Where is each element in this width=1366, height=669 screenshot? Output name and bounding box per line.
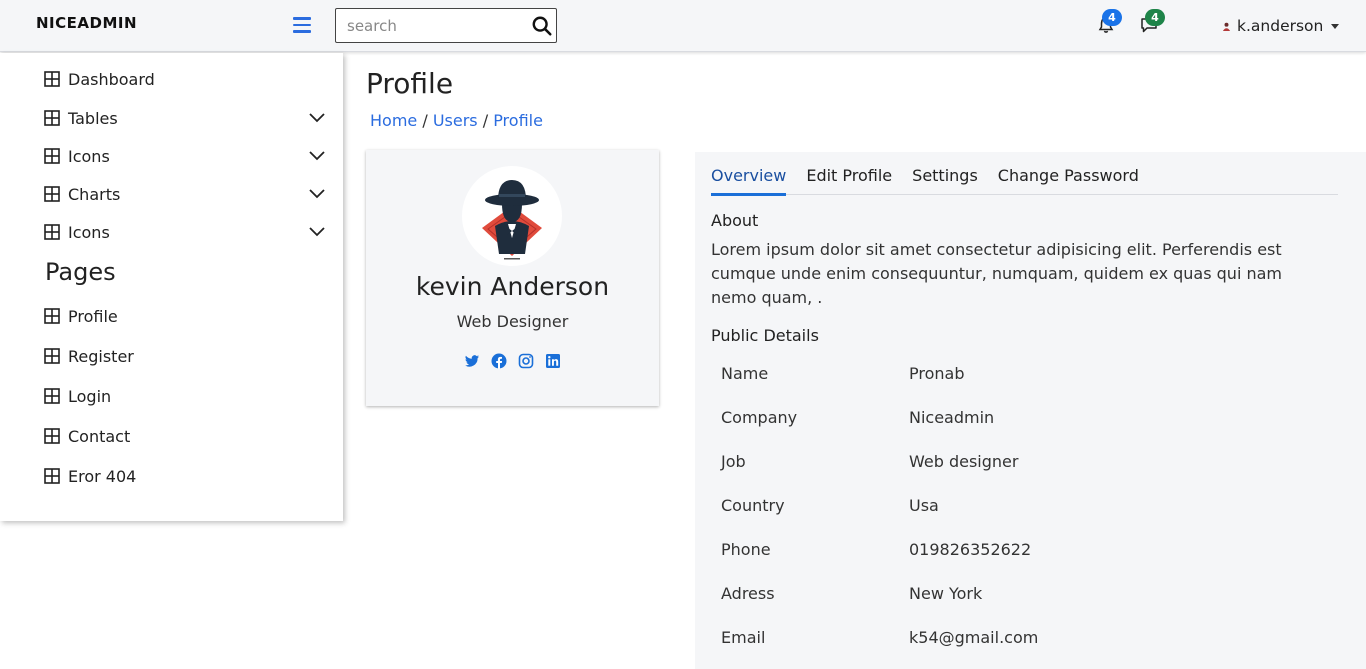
top-header: NICEADMIN 4 4 k.anderson: [0, 0, 1366, 52]
pages-heading: Pages: [45, 258, 116, 286]
grid-icon: [44, 428, 60, 444]
detail-value: 019826352622: [909, 540, 1032, 559]
twitter-icon[interactable]: [464, 353, 480, 369]
sidebar-item-label: Icons: [68, 222, 110, 242]
sidebar-item-error-404[interactable]: Eror 404: [44, 464, 332, 488]
user-menu[interactable]: k.anderson: [1222, 15, 1340, 37]
sidebar-item-label: Icons: [68, 146, 110, 166]
sidebar-item-label: Contact: [68, 426, 131, 446]
tab-change-password[interactable]: Change Password: [998, 166, 1139, 195]
breadcrumb-profile[interactable]: Profile: [493, 111, 543, 130]
sidebar-item-dashboard[interactable]: Dashboard: [44, 67, 332, 91]
username-label: k.anderson: [1237, 17, 1324, 35]
tab-edit-profile[interactable]: Edit Profile: [806, 166, 892, 195]
profile-name: kevin Anderson: [415, 272, 610, 301]
linkedin-icon[interactable]: [545, 353, 561, 369]
detail-value: New York: [909, 584, 983, 603]
grid-icon: [44, 71, 60, 87]
breadcrumb-separator: /: [477, 111, 494, 130]
profile-tabs: Overview Edit Profile Settings Change Pa…: [711, 166, 1338, 196]
messages-badge: 4: [1145, 9, 1165, 26]
profile-role: Web Designer: [456, 312, 569, 331]
chevron-down-icon[interactable]: [308, 149, 326, 161]
grid-icon: [44, 468, 60, 484]
search-icon[interactable]: [531, 15, 553, 37]
chevron-down-icon[interactable]: [308, 187, 326, 199]
sidebar-item-label: Tables: [68, 108, 118, 128]
tab-settings[interactable]: Settings: [912, 166, 978, 195]
caret-down-icon: [1331, 23, 1340, 29]
about-heading: About: [711, 211, 759, 230]
search-box: [335, 8, 557, 43]
detail-label: Name: [721, 364, 769, 383]
page-title: Profile: [366, 67, 454, 100]
grid-icon: [44, 388, 60, 404]
detail-label: Country: [721, 496, 785, 515]
facebook-icon[interactable]: [491, 353, 507, 369]
sidebar-item-label: Dashboard: [68, 69, 155, 89]
breadcrumb-users[interactable]: Users: [433, 111, 478, 130]
sidebar-item-login[interactable]: Login: [44, 384, 332, 408]
sidebar-item-contact[interactable]: Contact: [44, 424, 332, 448]
public-details-heading: Public Details: [711, 326, 819, 345]
sidebar-item-label: Eror 404: [68, 466, 137, 486]
chevron-down-icon[interactable]: [308, 111, 326, 123]
detective-avatar-icon: [482, 180, 542, 260]
detail-label: Company: [721, 408, 798, 427]
search-input[interactable]: [336, 9, 521, 42]
detail-value: Usa: [909, 496, 939, 515]
sidebar-item-label: Register: [68, 346, 134, 366]
detail-value: Pronab: [909, 364, 965, 383]
profile-details-panel: Overview Edit Profile Settings Change Pa…: [695, 152, 1366, 669]
menu-toggle-icon[interactable]: [293, 17, 311, 33]
detail-row-email: Email k54@gmail.com: [721, 628, 1321, 650]
social-links: [366, 353, 659, 369]
chevron-down-icon[interactable]: [308, 225, 326, 237]
profile-card: kevin Anderson Web Designer: [366, 150, 659, 406]
grid-icon: [44, 148, 60, 164]
detail-label: Job: [721, 452, 746, 471]
breadcrumb: Home / Users / Profile: [370, 111, 543, 130]
detail-row-address: Adress New York: [721, 584, 1321, 606]
detail-row-job: Job Web designer: [721, 452, 1321, 474]
tab-overview[interactable]: Overview: [711, 166, 787, 196]
grid-icon: [44, 186, 60, 202]
grid-icon: [44, 224, 60, 240]
about-text: Lorem ipsum dolor sit amet consectetur a…: [711, 240, 1283, 307]
detail-row-company: Company Niceadmin: [721, 408, 1321, 430]
detail-value: Web designer: [909, 452, 1019, 471]
sidebar-item-label: Charts: [68, 184, 121, 204]
sidebar-item-tables[interactable]: Tables: [44, 106, 332, 130]
detail-row-phone: Phone 019826352622: [721, 540, 1321, 562]
sidebar-item-charts[interactable]: Charts: [44, 182, 332, 206]
grid-icon: [44, 110, 60, 126]
detail-label: Email: [721, 628, 766, 647]
messages-button[interactable]: 4: [1140, 9, 1165, 34]
detail-label: Phone: [721, 540, 771, 559]
detail-value: k54@gmail.com: [909, 628, 1039, 647]
detail-value: Niceadmin: [909, 408, 995, 427]
sidebar-item-icons-2[interactable]: Icons: [44, 220, 332, 244]
brand-logo[interactable]: NICEADMIN: [36, 14, 137, 32]
notifications-badge: 4: [1102, 9, 1122, 26]
sidebar: Dashboard Tables Icons Charts Icons Page…: [0, 53, 343, 521]
sidebar-item-label: Login: [68, 386, 112, 406]
sidebar-item-label: Profile: [68, 306, 118, 326]
breadcrumb-separator: /: [417, 111, 433, 130]
sidebar-item-profile[interactable]: Profile: [44, 304, 332, 328]
detail-row-name: Name Pronab: [721, 364, 1321, 386]
sidebar-item-register[interactable]: Register: [44, 344, 332, 368]
notifications-button[interactable]: 4: [1097, 9, 1122, 34]
detail-row-country: Country Usa: [721, 496, 1321, 518]
detail-label: Adress: [721, 584, 775, 603]
breadcrumb-home[interactable]: Home: [370, 111, 417, 130]
grid-icon: [44, 308, 60, 324]
grid-icon: [44, 348, 60, 364]
instagram-icon[interactable]: [518, 353, 534, 369]
profile-avatar: [462, 166, 562, 266]
sidebar-item-icons[interactable]: Icons: [44, 144, 332, 168]
user-avatar-icon: [1222, 22, 1231, 31]
